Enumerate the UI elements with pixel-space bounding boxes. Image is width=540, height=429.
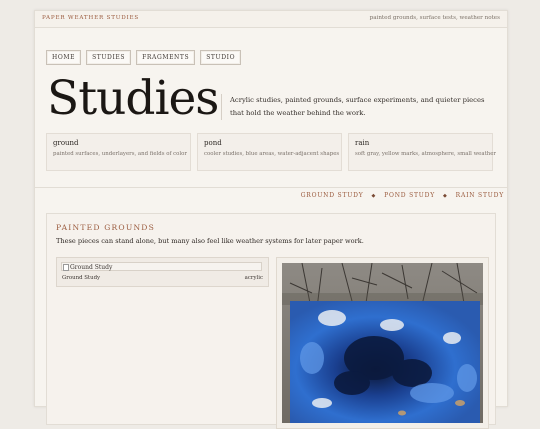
painted-grounds-section: PAINTED GROUNDS These pieces can stand a… [46, 213, 496, 429]
nav-studies-button[interactable]: STUDIES [86, 50, 132, 65]
card-title: ground [53, 139, 79, 147]
subnav-ground-study-link[interactable]: GROUND STUDY [301, 192, 364, 199]
study-medium: acrylic [244, 275, 263, 281]
study-name: Ground Study [62, 275, 101, 281]
broken-image-icon [63, 264, 69, 271]
painting-photo[interactable] [282, 263, 483, 423]
image-alt-text: Ground Study [70, 264, 113, 271]
study-subnav: GROUND STUDY ◆ POND STUDY ◆ RAIN STUDY [301, 192, 504, 199]
card-ground[interactable]: ground painted surfaces, underlayers, an… [46, 133, 191, 171]
card-title: rain [355, 139, 370, 147]
card-title: pond [204, 139, 222, 147]
study-entry[interactable]: Ground Study Ground Study acrylic [56, 257, 269, 287]
card-subtitle: soft gray, yellow marks, atmosphere, sma… [355, 151, 496, 157]
header-note: painted grounds, surface tests, weather … [369, 15, 500, 21]
painting-photo-frame [276, 257, 489, 429]
painting-photo-image [282, 263, 483, 423]
page-title: Studies [47, 71, 219, 126]
section-title: PAINTED GROUNDS [56, 223, 155, 232]
card-subtitle: cooler studies, blue areas, water-adjace… [204, 151, 340, 157]
study-image-broken[interactable]: Ground Study [61, 262, 262, 271]
card-subtitle: painted surfaces, underlayers, and field… [53, 151, 187, 157]
nav-fragments-button[interactable]: FRAGMENTS [136, 50, 196, 65]
subnav-rain-study-link[interactable]: RAIN STUDY [456, 192, 504, 199]
site-brand[interactable]: PAPER WEATHER STUDIES [42, 15, 139, 21]
main-nav: HOME STUDIES FRAGMENTS STUDIO [46, 50, 242, 65]
section-description: These pieces can stand alone, but many a… [56, 237, 364, 245]
category-cards: ground painted surfaces, underlayers, an… [46, 133, 496, 171]
diamond-separator-icon: ◆ [371, 192, 377, 199]
subnav-pond-study-link[interactable]: POND STUDY [384, 192, 435, 199]
top-bar: PAPER WEATHER STUDIES painted grounds, s… [35, 11, 507, 28]
nav-home-button[interactable]: HOME [46, 50, 82, 65]
divider [35, 187, 507, 188]
nav-studio-button[interactable]: STUDIO [200, 50, 242, 65]
card-rain[interactable]: rain soft gray, yellow marks, atmosphere… [348, 133, 496, 171]
card-pond[interactable]: pond cooler studies, blue areas, water-a… [197, 133, 342, 171]
page-description: Acrylic studies, painted grounds, surfac… [221, 94, 496, 120]
page-frame: PAPER WEATHER STUDIES painted grounds, s… [34, 10, 508, 429]
diamond-separator-icon: ◆ [443, 192, 448, 199]
